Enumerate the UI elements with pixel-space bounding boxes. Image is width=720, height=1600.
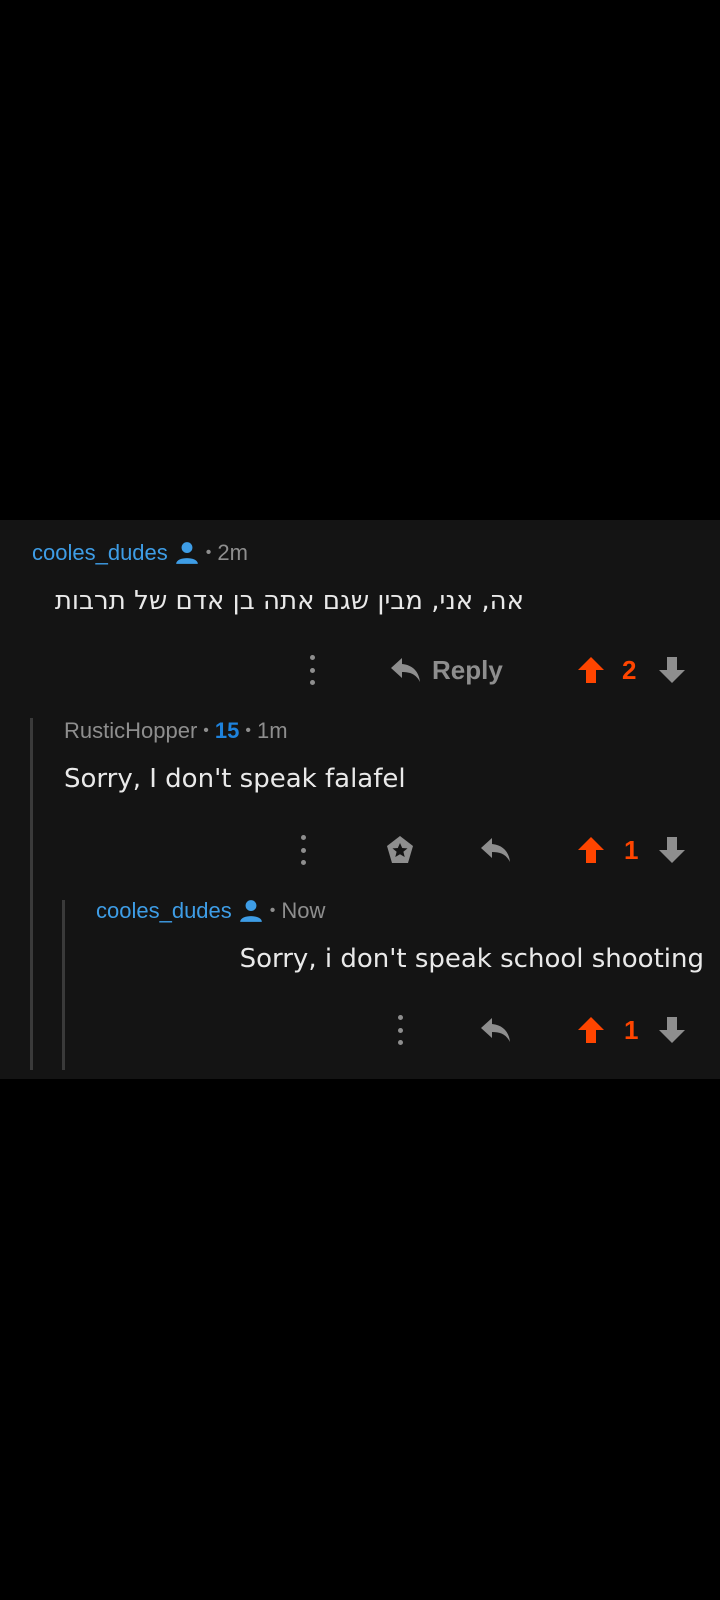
upvote-arrow-icon [578, 1017, 604, 1043]
vote-score: 1 [624, 834, 639, 865]
separator-dot: • [245, 722, 251, 739]
comment-body: Sorry, i don't speak school shooting [239, 944, 704, 974]
upvote-button[interactable] [576, 1012, 606, 1048]
comment-time: 1m [256, 718, 288, 743]
comment-2: RusticHopper • 15 • 1m Sorry, I don't sp… [0, 700, 720, 880]
more-options-button[interactable] [300, 650, 324, 690]
reply-button[interactable] [480, 1010, 512, 1050]
downvote-button[interactable] [657, 652, 687, 688]
more-options-icon [396, 1015, 404, 1045]
downvote-arrow-icon [659, 657, 685, 683]
separator-dot: • [203, 722, 209, 739]
comment-author[interactable]: cooles_dudes [96, 898, 232, 924]
upvote-arrow-icon [578, 837, 604, 863]
karma-badge: 15 [214, 718, 240, 743]
downvote-button[interactable] [657, 832, 687, 868]
comment-actions: Reply 2 [0, 650, 720, 690]
vote-score: 2 [622, 654, 637, 685]
upvote-arrow-icon [578, 657, 604, 683]
award-button[interactable] [382, 832, 418, 868]
op-user-icon [239, 900, 262, 922]
more-options-icon [308, 655, 316, 685]
reply-arrow-icon [481, 1018, 510, 1042]
reply-button[interactable]: Reply [390, 650, 503, 690]
comment-time: 2m [217, 540, 248, 565]
comment-meta: cooles_dudes • Now [96, 898, 325, 924]
comment-actions: 1 [0, 1010, 720, 1050]
comment-meta: cooles_dudes • 2m [32, 540, 248, 566]
op-user-icon [175, 542, 198, 564]
more-options-icon [299, 835, 307, 865]
comment-1: cooles_dudes • 2m אה, אני, מבין שגם אתה … [0, 520, 720, 700]
comment-meta: RusticHopper • 15 • 1m [64, 718, 288, 744]
comment-3: cooles_dudes • Now Sorry, i don't speak … [0, 880, 720, 1070]
comment-author[interactable]: RusticHopper [64, 718, 197, 744]
comment-author[interactable]: cooles_dudes [32, 540, 168, 566]
comment-time: Now [281, 898, 326, 923]
downvote-arrow-icon [659, 837, 685, 863]
reply-label: Reply [432, 654, 503, 685]
upvote-button[interactable] [576, 652, 606, 688]
award-icon [387, 836, 413, 863]
reply-arrow-icon [391, 658, 420, 682]
comment-body: Sorry, I don't speak falafel [64, 764, 406, 794]
vote-score: 1 [624, 1014, 639, 1045]
comment-thread: cooles_dudes • 2m אה, אני, מבין שגם אתה … [0, 520, 720, 1079]
upvote-button[interactable] [576, 832, 606, 868]
reply-button[interactable] [480, 830, 512, 870]
more-options-button[interactable] [388, 1010, 412, 1050]
reply-arrow-icon [481, 838, 510, 862]
separator-dot: • [269, 902, 276, 919]
more-options-button[interactable] [291, 830, 315, 870]
separator-dot: • [205, 544, 212, 561]
comment-actions: 1 [0, 830, 720, 870]
downvote-arrow-icon [659, 1017, 685, 1043]
comment-body: אה, אני, מבין שגם אתה בן אדם של תרבות [54, 586, 524, 616]
downvote-button[interactable] [657, 1012, 687, 1048]
